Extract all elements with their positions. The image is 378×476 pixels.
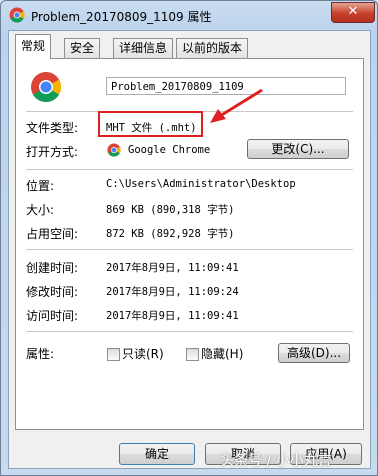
attributes-label: 属性: [26, 347, 55, 361]
chrome-icon [31, 72, 62, 103]
advanced-button[interactable]: 高级(D)... [278, 343, 350, 363]
highlight-box [98, 111, 203, 137]
arrow-annotation [210, 88, 263, 123]
close-icon: ✕ [347, 4, 359, 19]
hidden-label[interactable]: 隐藏(H) [201, 345, 243, 362]
ok-button[interactable]: 确定 [119, 443, 195, 465]
tab-security[interactable]: 安全 [64, 38, 101, 58]
tab-details[interactable]: 详细信息 [113, 38, 174, 58]
dialog-client-area: 常规 安全 详细信息 以前的版本 Problem_20170809_1109 文… [8, 30, 371, 469]
accessed-label: 访问时间: [26, 309, 79, 323]
tab-previous-versions[interactable]: 以前的版本 [176, 38, 249, 58]
divider [26, 249, 353, 251]
file-type-label: 文件类型: [26, 121, 79, 135]
created-value: 2017年8月9日, 11:09:41 [106, 262, 239, 274]
size-label: 大小: [26, 203, 55, 217]
window-title: Problem_20170809_1109 属性 [31, 10, 212, 24]
tab-general[interactable]: 常规 [15, 34, 52, 59]
divider [26, 331, 353, 333]
readonly-checkbox[interactable] [107, 348, 120, 361]
general-panel: Problem_20170809_1109 文件类型: MHT 文件 (.mht… [15, 58, 364, 430]
chrome-icon [107, 143, 121, 157]
size-value: 869 KB (890,318 字节) [106, 204, 235, 216]
hidden-checkbox[interactable] [186, 348, 199, 361]
accessed-value: 2017年8月9日, 11:09:41 [106, 310, 239, 322]
opens-with-value: Google Chrome [128, 144, 211, 156]
opens-with-label: 打开方式: [26, 145, 79, 159]
size-on-disk-label: 占用空间: [26, 227, 79, 241]
watermark: 头条号 / 小小丸言 [220, 453, 332, 469]
location-value: C:\Users\Administrator\Desktop [106, 178, 296, 190]
chrome-icon [9, 7, 25, 23]
readonly-label[interactable]: 只读(R) [122, 345, 164, 362]
close-button[interactable]: ✕ [331, 2, 375, 23]
divider [26, 169, 353, 171]
modified-value: 2017年8月9日, 11:09:24 [106, 286, 239, 298]
location-label: 位置: [26, 179, 55, 193]
change-button[interactable]: 更改(C)... [247, 139, 349, 159]
modified-label: 修改时间: [26, 285, 79, 299]
size-on-disk-value: 872 KB (892,928 字节) [106, 228, 235, 240]
created-label: 创建时间: [26, 261, 79, 275]
title-bar[interactable]: Problem_20170809_1109 属性 ✕ [1, 1, 378, 31]
